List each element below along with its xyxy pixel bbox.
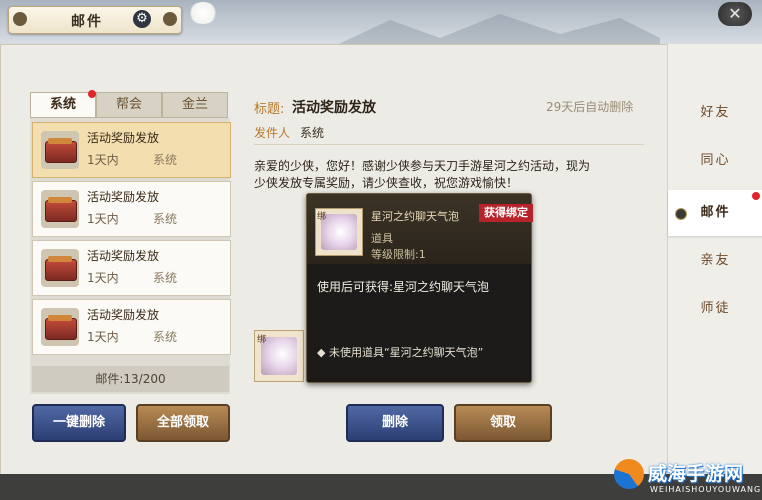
watermark-text: 威海手游网 bbox=[648, 463, 744, 485]
watermark-subtext: WEIHAISHOUYOUWANG bbox=[650, 485, 762, 494]
window-title-tab: 邮件 ⚙ bbox=[8, 6, 182, 34]
close-button[interactable]: ✕ bbox=[718, 2, 752, 26]
mail-sender: 系统 bbox=[300, 126, 325, 140]
sidebar-item-relatives[interactable]: 亲友 bbox=[668, 238, 762, 284]
chat-bubble-item-icon bbox=[261, 337, 297, 375]
mail-body: 亲爱的少侠，您好！感谢少侠参与天刀手游星河之约活动，现为 少侠发放专属奖励，请少… bbox=[254, 158, 654, 192]
gear-icon[interactable]: ⚙ bbox=[133, 10, 151, 28]
bound-mark: 绑 bbox=[257, 335, 267, 345]
tooltip-item-type: 道具 bbox=[371, 232, 393, 245]
moon-decoration bbox=[188, 2, 218, 24]
watermark: 威海手游网 WEIHAISHOUYOUWANG bbox=[608, 455, 762, 499]
mail-badge bbox=[752, 192, 760, 200]
sender-label: 发件人 bbox=[254, 126, 291, 140]
tooltip-item-name: 星河之约聊天气泡 bbox=[371, 210, 459, 223]
mail-from: 系统 bbox=[153, 153, 178, 167]
list-item[interactable]: 活动奖励发放 1天内 系统 bbox=[32, 299, 231, 355]
list-item[interactable]: 活动奖励发放 1天内 系统 bbox=[32, 122, 231, 178]
divider bbox=[254, 144, 644, 145]
tab-system-badge bbox=[88, 90, 96, 98]
tooltip-status-note: ◆ 未使用道具“星河之约聊天气泡” bbox=[317, 346, 484, 359]
sidebar-item-master[interactable]: 师徒 bbox=[668, 286, 762, 332]
mail-title: 活动奖励发放 bbox=[87, 249, 160, 263]
tab-system[interactable]: 系统 bbox=[30, 92, 96, 118]
title-knot-right bbox=[163, 12, 177, 26]
mail-category-tabs: 系统 帮会 金兰 bbox=[30, 90, 230, 118]
item-tooltip: 绑 星河之约聊天气泡 获得绑定 道具 等级限制:1 使用后可获得:星河之约聊天气… bbox=[306, 193, 533, 383]
mail-body-line: 少侠发放专属奖励，请少侠查收，祝您游戏愉快！ bbox=[254, 176, 519, 190]
window-title: 邮件 bbox=[71, 14, 103, 30]
list-item[interactable]: 活动奖励发放 1天内 系统 bbox=[32, 181, 231, 237]
mail-title: 活动奖励发放 bbox=[87, 308, 160, 322]
gift-box-icon bbox=[41, 190, 79, 228]
title-knot-left bbox=[13, 12, 27, 26]
mail-list: 活动奖励发放 1天内 系统 活动奖励发放 1天内 系统 活动奖励发放 1天内 系… bbox=[30, 118, 231, 394]
mail-time: 1天内 bbox=[87, 271, 119, 285]
sidebar-item-tongxin[interactable]: 同心 bbox=[668, 138, 762, 184]
delete-all-button[interactable]: 一键删除 bbox=[32, 404, 126, 442]
bind-on-acquire-tag: 获得绑定 bbox=[479, 204, 533, 222]
mail-time: 1天内 bbox=[87, 330, 119, 344]
sidebar-item-friends[interactable]: 好友 bbox=[668, 90, 762, 136]
tooltip-level-requirement: 等级限制:1 bbox=[371, 248, 426, 261]
mail-time: 1天内 bbox=[87, 153, 119, 167]
attachment-slot[interactable]: 绑 bbox=[254, 330, 304, 382]
tooltip-use-effect: 使用后可获得:星河之约聊天气泡 bbox=[317, 280, 490, 294]
delete-button[interactable]: 删除 bbox=[346, 404, 444, 442]
gift-box-icon bbox=[41, 308, 79, 346]
mail-count: 邮件:13/200 bbox=[32, 366, 229, 392]
side-nav: 好友 同心 邮件 亲友 师徒 bbox=[667, 44, 762, 474]
tooltip-item-slot: 绑 bbox=[315, 208, 363, 256]
close-icon: ✕ bbox=[728, 4, 742, 23]
watermark-logo-icon bbox=[614, 459, 644, 489]
mail-title: 活动奖励发放 bbox=[87, 190, 160, 204]
sidebar-item-mail[interactable]: 邮件 bbox=[668, 190, 762, 236]
tab-guild[interactable]: 帮会 bbox=[96, 92, 162, 118]
chat-bubble-item-icon bbox=[321, 214, 357, 250]
mail-from: 系统 bbox=[153, 212, 178, 226]
claim-button[interactable]: 领取 bbox=[454, 404, 552, 442]
mail-from: 系统 bbox=[153, 271, 178, 285]
mail-body-line: 亲爱的少侠，您好！感谢少侠参与天刀手游星河之约活动，现为 bbox=[254, 159, 591, 173]
expire-notice: 29天后自动删除 bbox=[546, 100, 634, 114]
gift-box-icon bbox=[41, 249, 79, 287]
mail-title: 活动奖励发放 bbox=[87, 131, 160, 145]
subject-label: 标题: bbox=[254, 102, 285, 117]
list-item[interactable]: 活动奖励发放 1天内 系统 bbox=[32, 240, 231, 296]
mountain-decoration bbox=[330, 14, 660, 48]
claim-all-button[interactable]: 全部领取 bbox=[136, 404, 230, 442]
bound-mark: 绑 bbox=[317, 212, 327, 222]
mail-from: 系统 bbox=[153, 330, 178, 344]
tab-sworn[interactable]: 金兰 bbox=[162, 92, 228, 118]
mail-time: 1天内 bbox=[87, 212, 119, 226]
active-marker-icon bbox=[675, 208, 687, 220]
gift-box-icon bbox=[41, 131, 79, 169]
mail-subject: 活动奖励发放 bbox=[292, 100, 376, 116]
